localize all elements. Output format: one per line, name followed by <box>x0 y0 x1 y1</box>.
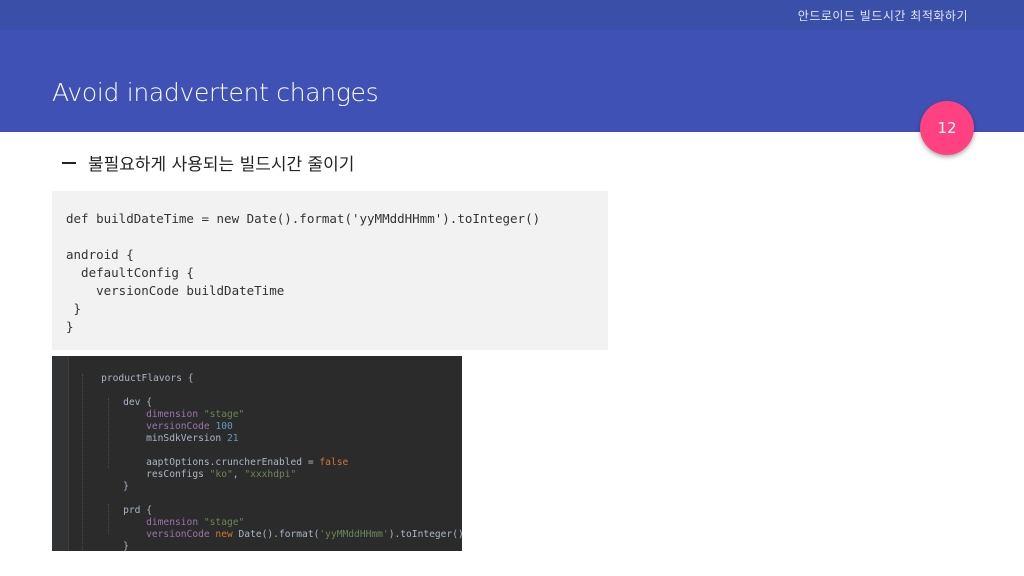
bullet-text: 불필요하게 사용되는 빌드시간 줄이기 <box>88 155 355 175</box>
code-line: } <box>123 541 129 551</box>
code-line: versionCode buildDateTime <box>66 283 285 298</box>
code-line: android { <box>66 247 134 262</box>
dash-icon <box>62 161 76 164</box>
code-block: def buildDateTime = new Date().format('y… <box>52 191 608 350</box>
slide-title: Avoid inadvertent changes <box>52 78 379 107</box>
indent-guide <box>82 374 83 550</box>
editor-gutter <box>52 356 69 551</box>
page-number-badge: 12 <box>920 101 974 155</box>
ide-screenshot: productFlavors { dev { dimension "stage"… <box>52 356 462 551</box>
deck-title: 안드로이드 빌드시간 최적화하기 <box>797 9 968 23</box>
code-line: } <box>66 301 82 316</box>
slide-header: Avoid inadvertent changes <box>0 30 1024 132</box>
code-line: def buildDateTime = new Date().format('y… <box>66 211 541 226</box>
top-bar: 안드로이드 빌드시간 최적화하기 <box>0 0 1024 30</box>
code-line: resConfigs "ko", "xxxhdpi" <box>146 469 297 480</box>
code-line: } <box>66 319 74 334</box>
code-line: defaultConfig { <box>66 265 194 280</box>
code-line: versionCode new Date().format('yyMMddHHm… <box>146 529 462 540</box>
bullet-point: 불필요하게 사용되는 빌드시간 줄이기 <box>62 150 354 175</box>
